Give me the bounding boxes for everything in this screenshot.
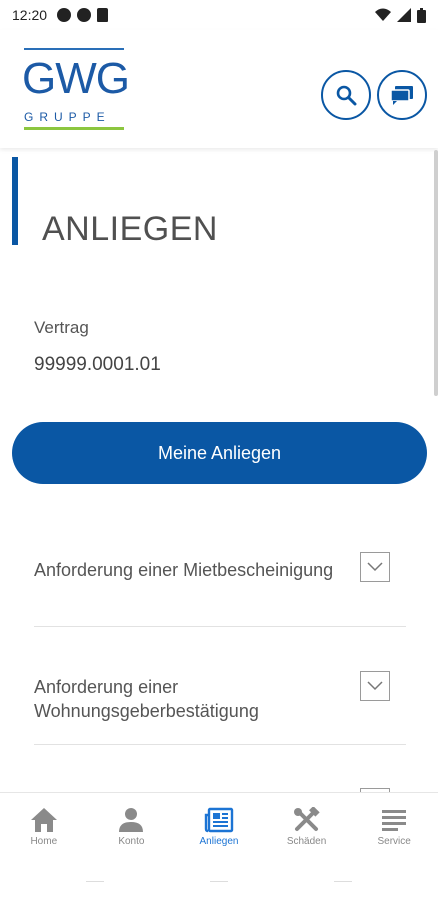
status-time: 12:20 (12, 7, 48, 23)
app-header: GWG GRUPPE (0, 30, 438, 148)
chevron-down-icon[interactable] (360, 671, 390, 701)
search-button[interactable] (321, 70, 371, 120)
home-icon (30, 808, 57, 832)
bottom-navigation: Home Konto Anliegen Schäden Service (0, 792, 438, 858)
nav-label: Home (30, 836, 58, 847)
wifi-icon (375, 8, 391, 21)
request-item-landlord-confirmation[interactable]: Anforderung einer Wohnungsgeberbestätigu… (34, 627, 406, 745)
app-notification-icon-2 (77, 8, 92, 22)
system-back-hint[interactable] (86, 876, 104, 882)
nav-label: Service (377, 836, 411, 847)
gwg-logo[interactable]: GWG GRUPPE (22, 44, 132, 134)
search-icon (336, 85, 357, 106)
logo-word: GWG (22, 54, 130, 103)
app-notification-icon (57, 8, 72, 22)
request-item-rent-certificate[interactable]: Anforderung einer Mietbescheinigung (34, 522, 406, 627)
battery-icon (417, 7, 426, 23)
signal-icon (397, 8, 411, 22)
logo-top-line (24, 48, 124, 50)
request-item-label: Anforderung einer Mietbescheinigung (34, 560, 334, 580)
nav-label: Schäden (286, 836, 327, 847)
system-icons (375, 7, 426, 23)
system-gesture-bar (0, 858, 438, 900)
chat-button[interactable] (377, 70, 427, 120)
nav-label: Anliegen (199, 836, 239, 847)
person-icon (119, 808, 144, 832)
title-accent-bar (12, 157, 18, 245)
menu-icon (382, 810, 407, 831)
nav-item-home[interactable]: Home (0, 793, 88, 858)
scrollbar[interactable] (434, 150, 438, 396)
status-bar: 12:20 (0, 0, 438, 30)
chat-icon (390, 86, 413, 105)
contract-value: 99999.0001.01 (34, 354, 161, 375)
contract-label: Vertrag (34, 318, 89, 337)
nav-item-konto[interactable]: Konto (88, 793, 176, 858)
nav-item-schaeden[interactable]: Schäden (263, 793, 351, 858)
tools-icon (293, 807, 320, 831)
newspaper-icon (204, 807, 234, 833)
nav-item-anliegen[interactable]: Anliegen (175, 793, 263, 858)
logo-green-line (24, 127, 124, 130)
system-home-hint[interactable] (210, 876, 228, 882)
sd-card-icon (97, 8, 109, 22)
page-title: ANLIEGEN (42, 210, 218, 248)
nav-item-service[interactable]: Service (350, 793, 438, 858)
chevron-down-icon[interactable] (360, 552, 390, 582)
main-content: ANLIEGEN Vertrag 99999.0001.01 Meine Anl… (0, 148, 438, 792)
my-requests-button[interactable]: Meine Anliegen (12, 422, 427, 484)
system-recents-hint[interactable] (334, 876, 352, 882)
notification-icons (57, 8, 109, 22)
logo-subtitle: GRUPPE (24, 110, 111, 124)
nav-label: Konto (118, 836, 145, 847)
request-item-label: Anforderung einer Wohnungsgeberbestätigu… (34, 677, 259, 721)
